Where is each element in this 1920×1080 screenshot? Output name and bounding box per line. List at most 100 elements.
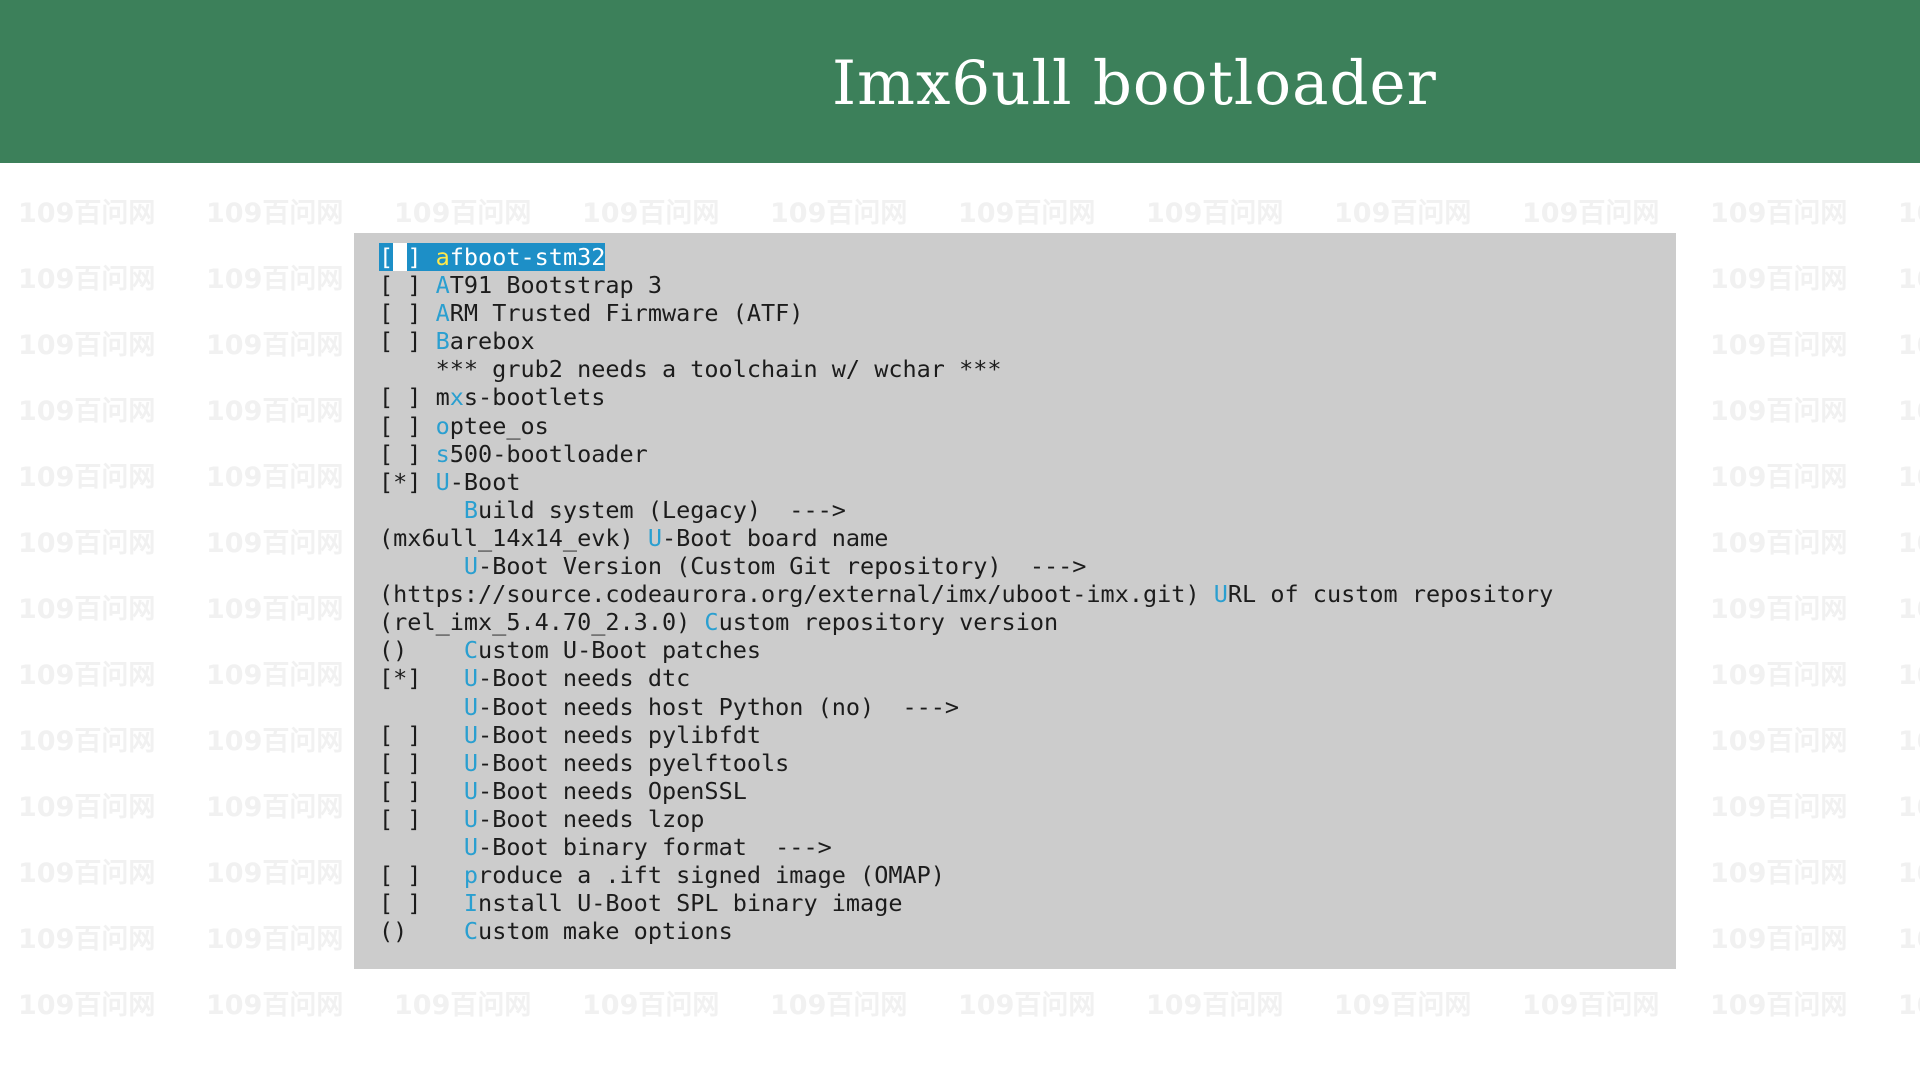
watermark-text: 109百问网 [1522,198,1660,229]
menu-item-prefix: [ ] [379,776,464,805]
watermark-text: 109百问网 [18,858,156,889]
menu-item[interactable]: () Custom make options [379,917,1553,945]
menu-item-text: U-Boot Version (Custom Git repository) -… [379,552,1087,581]
menu-item-label: ptee_os [449,411,549,440]
menu-item-prefix: () [379,917,464,946]
page-title: Imx6ull bootloader [832,48,1437,119]
watermark-text: 109百问网 [1710,198,1848,229]
watermark-text: 109百问网 [1522,990,1660,1021]
menu-item-prefix: [ ] [379,299,436,328]
menu-item-label: -Boot Version (Custom Git repository) --… [478,552,1087,581]
menu-item-text: [ ] U-Boot needs lzop [379,805,704,833]
menu-item-prefix: [ ] [379,804,464,833]
menu-item-label: ustom make options [478,917,733,946]
watermark-text: 109百问网 [1710,726,1848,757]
watermark-text: 109百问网 [1522,163,1659,164]
watermark-text: 109百问网 [18,396,156,427]
watermark-text: 109百问网 [770,198,908,229]
watermark-text: 109百问网 [770,163,907,164]
menu-item-prefix: (rel_imx_5.4.70_2.3.0) [379,608,705,637]
menu-item[interactable]: (rel_imx_5.4.70_2.3.0) Custom repository… [379,608,1553,636]
menu-item-label: ustom U-Boot patches [478,636,762,665]
watermark-text: 109百问网 [1710,462,1848,493]
menu-item[interactable]: U-Boot binary format ---> [379,833,1553,861]
hotkey-letter: A [435,271,450,300]
menu-item-text: [ ] s500-bootloader [379,440,648,468]
menu-item-prefix [379,693,464,721]
menu-item[interactable]: [ ] optee_os [379,412,1553,440]
watermark-text: 109百问网 [958,990,1096,1021]
hotkey-letter: U [463,720,479,749]
menu-item[interactable]: [ ] afboot-stm32 [379,243,1553,271]
menu-item-prefix: (mx6ull_14x14_evk) [379,523,648,552]
menu-item-label: -Boot needs OpenSSL [478,776,747,805]
menu-item[interactable]: [ ] Install U-Boot SPL binary image [379,889,1553,917]
menu-item[interactable]: U-Boot needs host Python (no) ---> [379,693,1553,721]
menu-item-text: [ ] U-Boot needs pylibfdt [379,721,761,749]
menu-item[interactable]: *** grub2 needs a toolchain w/ wchar *** [379,355,1553,383]
menu-item-label: RM Trusted Firmware (ATF) [449,299,804,328]
watermark-text: 109百问网 [206,528,344,559]
menu-item-label: -Boot needs host Python (no) ---> [478,692,960,721]
menu-item[interactable]: () Custom U-Boot patches [379,636,1553,664]
menu-item[interactable]: [*] U-Boot needs dtc [379,664,1553,692]
hotkey-letter: U [435,467,450,496]
watermark-text: 109百问网 [206,396,344,427]
watermark-text: 109百问网 [206,858,344,889]
watermark-text: 109百问网 [1898,792,1920,823]
menu-item-label: roduce a .ift signed image (OMAP) [478,861,945,890]
menu-item-label: -Boot needs pylibfdt [478,720,762,749]
watermark-text: 109百问网 [18,163,155,164]
menu-item-prefix: [*] [379,467,436,496]
watermark-text: 109百问网 [18,330,156,361]
watermark-text: 109百问网 [958,198,1096,229]
menu-item[interactable]: [ ] s500-bootloader [379,440,1553,468]
menu-item[interactable]: [ ] U-Boot needs OpenSSL [379,777,1553,805]
menu-item-text: [ ] optee_os [379,412,549,440]
watermark-text: 109百问网 [206,264,344,295]
menu-item[interactable]: [ ] Barebox [379,327,1553,355]
menu-item-label: -Boot [449,467,521,496]
menu-item-prefix: [ ] [379,271,436,300]
menu-item[interactable]: (mx6ull_14x14_evk) U-Boot board name [379,524,1553,552]
watermark-text: 109百问网 [1146,163,1283,164]
menu-item[interactable]: [ ] U-Boot needs pyelftools [379,749,1553,777]
menu-item-text: [ ] ARM Trusted Firmware (ATF) [379,299,803,327]
watermark-text: 109百问网 [18,264,156,295]
bootloader-menu-list: [ ] afboot-stm32[ ] AT91 Bootstrap 3[ ] … [379,243,1553,945]
watermark-text: 109百问网 [1898,163,1920,164]
menu-item[interactable]: Build system (Legacy) ---> [379,496,1553,524]
menu-item[interactable]: (https://source.codeaurora.org/external/… [379,580,1553,608]
menu-item[interactable]: [ ] U-Boot needs lzop [379,805,1553,833]
menu-item[interactable]: [ ] mxs-bootlets [379,383,1553,411]
menu-item[interactable]: [ ] produce a .ift signed image (OMAP) [379,861,1553,889]
watermark-text: 109百问网 [1898,462,1920,493]
watermark-text: 109百问网 [1898,858,1920,889]
watermark-text: 109百问网 [1898,660,1920,691]
watermark-text: 109百问网 [1334,990,1472,1021]
watermark-text: 109百问网 [1710,264,1848,295]
hotkey-letter: U [1213,580,1228,609]
menu-item-text: (rel_imx_5.4.70_2.3.0) Custom repository… [379,608,1058,636]
menu-item[interactable]: [*] U-Boot [379,468,1553,496]
watermark-text: 109百问网 [1898,924,1920,955]
menu-item-text: [ ] AT91 Bootstrap 3 [379,271,662,299]
hotkey-letter: p [463,861,479,890]
hotkey-letter: U [647,523,662,552]
hotkey-letter: a [435,243,450,271]
watermark-text: 109百问网 [206,726,344,757]
watermark-text: 109百问网 [1898,264,1920,295]
menu-item[interactable]: [ ] AT91 Bootstrap 3 [379,271,1553,299]
menu-item[interactable]: [ ] U-Boot needs pylibfdt [379,721,1553,749]
watermark-text: 109百问网 [1898,198,1920,229]
menu-item-label: *** grub2 needs a toolchain w/ wchar *** [435,355,1002,384]
menu-item[interactable]: U-Boot Version (Custom Git repository) -… [379,552,1553,580]
watermark-text: 109百问网 [1334,163,1471,164]
hotkey-letter: A [435,299,450,328]
menu-item-prefix: [ ] [379,889,464,918]
menu-item-label: 500-bootloader [449,439,648,468]
watermark-text: 109百问网 [1710,660,1848,691]
watermark-text: 109百问网 [1710,528,1848,559]
menu-item[interactable]: [ ] ARM Trusted Firmware (ATF) [379,299,1553,327]
hotkey-letter: U [463,664,479,693]
